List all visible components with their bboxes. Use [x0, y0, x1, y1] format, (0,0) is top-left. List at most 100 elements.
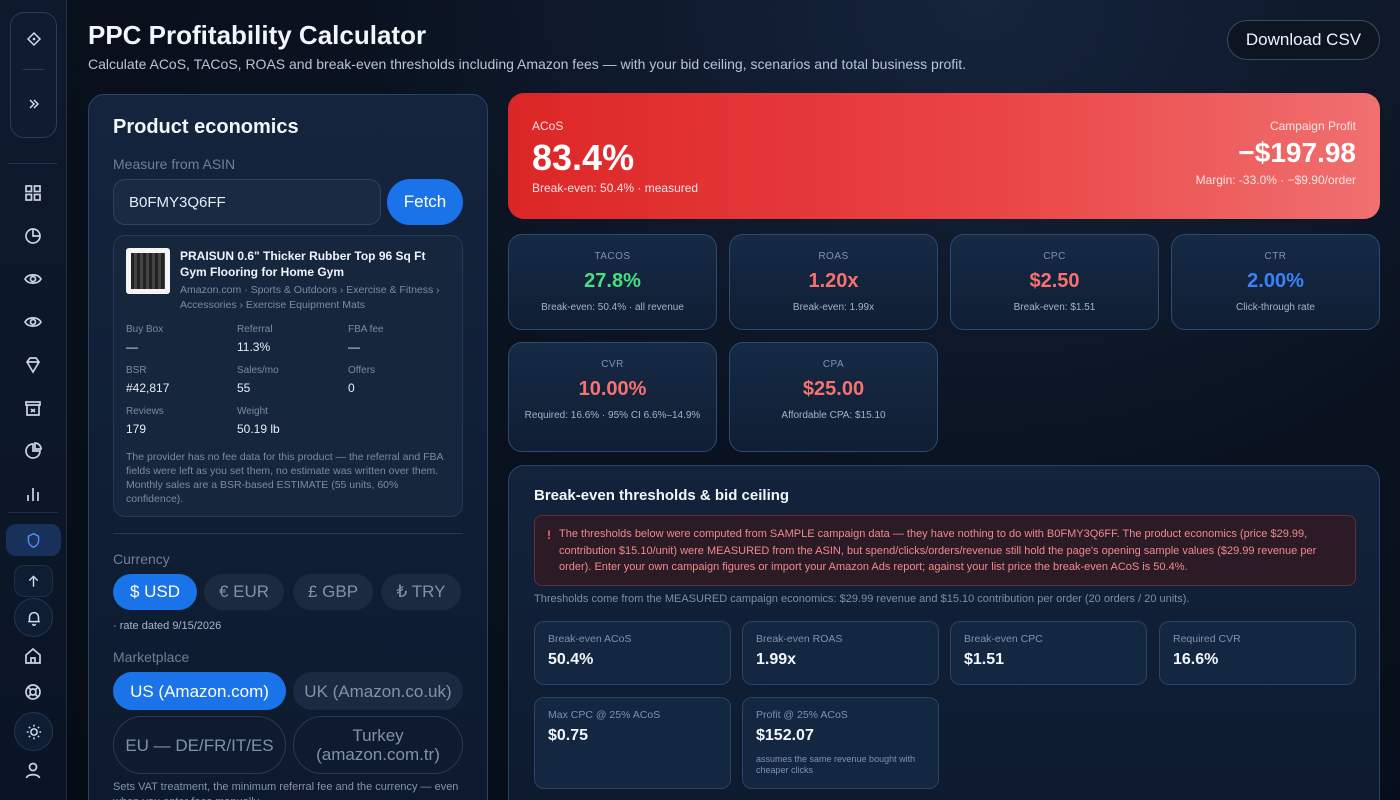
metric-label: CPA: [822, 359, 845, 370]
metric-sub: Affordable CPA: $15.10: [781, 410, 886, 421]
campaign-profit-margin: Margin: -33.0% · −$9.90/order: [1195, 173, 1356, 187]
shopping-cart-icon[interactable]: [20, 395, 46, 421]
metric-card-cvr: CVR 10.00% Required: 16.6% · 95% CI 6.6%…: [508, 342, 717, 452]
metric-card-ctr: CTR 2.00% Click-through rate: [1171, 234, 1380, 330]
panel-heading: Product economics: [113, 116, 299, 138]
stat-value: —: [126, 340, 138, 354]
threshold-label: Required CVR: [1173, 633, 1241, 645]
metric-label: CVR: [601, 359, 624, 370]
metric-card-roas: ROAS 1.20x Break-even: 1.99x: [729, 234, 938, 330]
asin-input[interactable]: B0FMY3Q6FF: [113, 179, 381, 225]
divider: [23, 69, 44, 70]
metric-label: ROAS: [818, 251, 849, 262]
metric-value: 27.8%: [584, 270, 641, 292]
metric-sub: Click-through rate: [1236, 302, 1315, 313]
marketplace-label: Marketplace: [113, 649, 190, 665]
pie-chart-icon[interactable]: [20, 438, 46, 464]
threshold-value: $152.07: [756, 727, 814, 744]
shield-icon[interactable]: [6, 524, 61, 556]
chevrons-right-icon[interactable]: [22, 92, 46, 116]
grid-icon[interactable]: [20, 180, 46, 206]
user-icon[interactable]: [20, 757, 46, 783]
threshold-value: 1.99x: [756, 651, 797, 668]
threshold-value: 16.6%: [1173, 651, 1219, 668]
currency-eur[interactable]: € EUR: [204, 574, 284, 610]
sun-icon[interactable]: [14, 712, 53, 751]
threshold-label: Break-even CPC: [964, 633, 1043, 645]
bell-icon[interactable]: [14, 598, 53, 637]
threshold-label: Max CPC @ 25% ACoS: [548, 709, 661, 721]
divider: [113, 533, 463, 534]
page-subtitle: Calculate ACoS, TACoS, ROAS and break-ev…: [88, 56, 967, 72]
breakeven-note: Thresholds come from the MEASURED campai…: [534, 593, 1190, 605]
stat-value: 0: [348, 381, 355, 395]
marketplace-uk[interactable]: UK (Amazon.co.uk): [293, 672, 463, 710]
warning-icon: !: [547, 528, 551, 542]
download-csv-button[interactable]: Download CSV: [1227, 20, 1380, 60]
product-note: The provider has no fee data for this pr…: [126, 451, 443, 505]
metric-value: 10.00%: [578, 378, 647, 400]
currency-label: Currency: [113, 551, 170, 567]
sample-data-warning: ! The thresholds below were computed fro…: [534, 515, 1356, 586]
home-icon[interactable]: [20, 643, 46, 669]
rate-note: · rate dated 9/15/2026: [113, 620, 222, 632]
marketplace-note: Sets VAT treatment, the minimum referral…: [113, 781, 459, 800]
threshold-card: Break-even CPC $1.51: [950, 621, 1147, 685]
gem-icon[interactable]: [20, 352, 46, 378]
metric-value: $2.50: [1029, 270, 1080, 292]
marketplace-us[interactable]: US (Amazon.com): [113, 672, 286, 710]
metric-sub: Required: 16.6% · 95% CI 6.6%–14.9%: [524, 410, 701, 421]
fetch-button[interactable]: Fetch: [387, 179, 463, 225]
currency-gbp[interactable]: £ GBP: [293, 574, 373, 610]
bar-chart-icon[interactable]: [20, 481, 46, 507]
sidebar: [0, 0, 67, 800]
acos-breakeven: Break-even: 50.4% · measured: [532, 181, 699, 195]
product-image: [126, 248, 170, 294]
threshold-card: Break-even ROAS 1.99x: [742, 621, 939, 685]
product-title: PRAISUN 0.6" Thicker Rubber Top 96 Sq Ft…: [180, 249, 426, 279]
campaign-profit-label: Campaign Profit: [1269, 119, 1356, 133]
metric-label: TACOS: [594, 251, 631, 262]
acos-value: 83.4%: [532, 137, 635, 178]
currency-usd[interactable]: $ USD: [113, 574, 197, 610]
metric-sub: Break-even: $1.51: [1013, 302, 1096, 313]
stat-value: —: [348, 340, 360, 354]
threshold-label: Profit @ 25% ACoS: [756, 709, 848, 721]
threshold-value: 50.4%: [548, 651, 594, 668]
threshold-value: $1.51: [964, 651, 1005, 668]
arrow-up-icon[interactable]: [14, 565, 53, 597]
stat-label: Offers: [348, 365, 376, 376]
threshold-label: Break-even ACoS: [548, 633, 632, 645]
campaign-profit-value: −$197.98: [1238, 137, 1356, 168]
stat-value: 179: [126, 422, 147, 436]
product-economics-panel: Product economics Measure from ASIN B0FM…: [88, 94, 488, 800]
threshold-sub: assumes the same revenue bought with che…: [756, 754, 916, 775]
stat-label: Weight: [237, 406, 268, 417]
divider: [8, 163, 58, 164]
threshold-card: Profit @ 25% ACoS $152.07 assumes the sa…: [742, 697, 939, 789]
marketplace-turkey[interactable]: Turkey (amazon.com.tr): [293, 716, 463, 774]
breakeven-title: Break-even thresholds & bid ceiling: [534, 487, 790, 504]
metric-sub: Break-even: 50.4% · all revenue: [541, 302, 684, 313]
stat-label: Sales/mo: [237, 365, 279, 376]
currency-try[interactable]: ₺ TRY: [381, 574, 461, 610]
stat-value: 11.3%: [237, 340, 271, 354]
threshold-card: Max CPC @ 25% ACoS $0.75: [534, 697, 731, 789]
eye-icon[interactable]: [20, 266, 46, 292]
pie-chart-icon[interactable]: [20, 223, 46, 249]
threshold-card: Required CVR 16.6%: [1159, 621, 1356, 685]
breakeven-panel: Break-even thresholds & bid ceiling ! Th…: [508, 465, 1380, 800]
stat-value: 50.19 lb: [237, 422, 280, 436]
eye-icon[interactable]: [20, 309, 46, 335]
marketplace-eu[interactable]: EU — DE/FR/IT/ES: [113, 716, 286, 774]
threshold-card: Break-even ACoS 50.4%: [534, 621, 731, 685]
stat-value: #42,817: [126, 381, 170, 395]
lifebuoy-icon[interactable]: [20, 679, 46, 705]
metric-card-cpa: CPA $25.00 Affordable CPA: $15.10: [729, 342, 938, 452]
sidebar-top-group: [10, 12, 57, 138]
stat-value: 55: [237, 381, 251, 395]
metric-card-tacos: TACOS 27.8% Break-even: 50.4% · all reve…: [508, 234, 717, 330]
metric-value: $25.00: [802, 378, 865, 400]
diamond-icon[interactable]: [22, 27, 46, 51]
stat-label: BSR: [126, 365, 147, 376]
